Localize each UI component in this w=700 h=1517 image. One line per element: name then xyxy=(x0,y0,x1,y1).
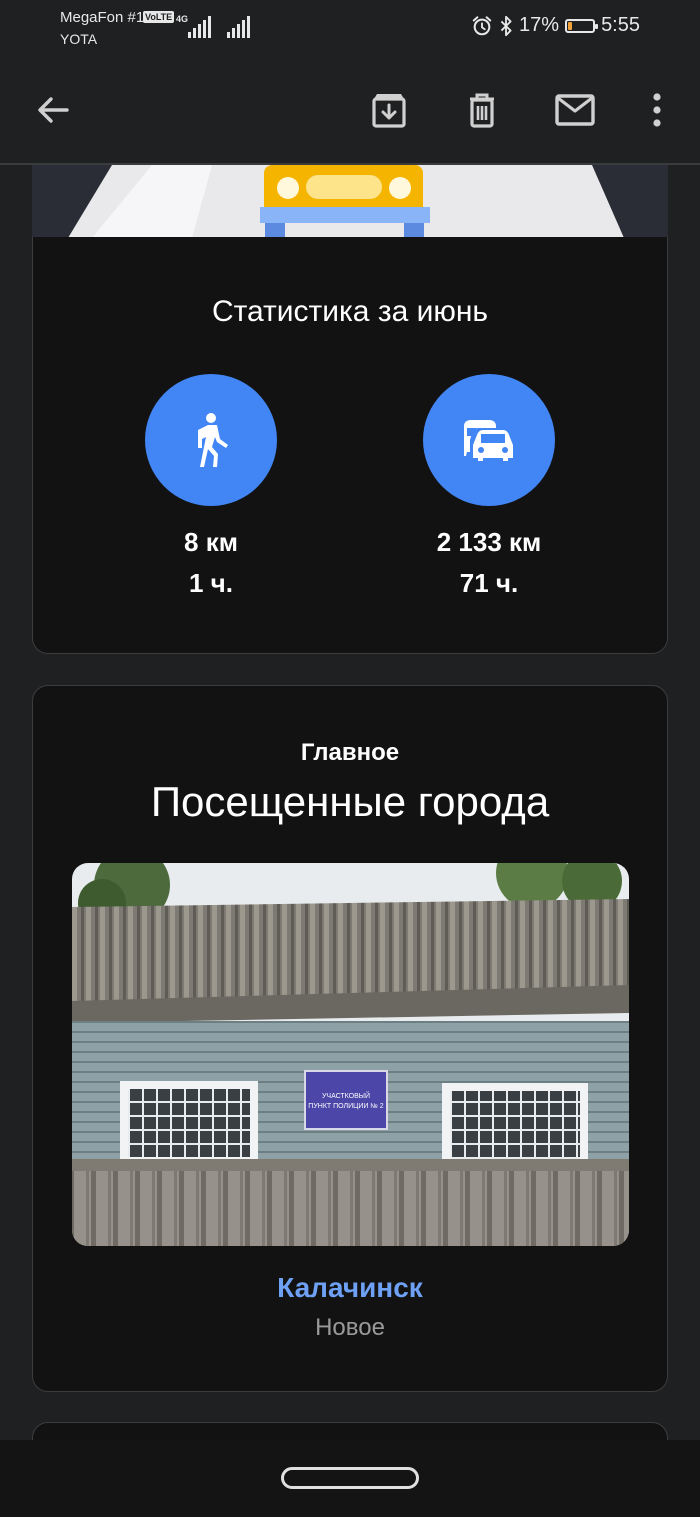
car-road-illustration xyxy=(32,165,668,238)
volte-badge: VoLTE xyxy=(143,11,175,23)
driving-stat: 2 133 км 71 ч. xyxy=(389,374,589,599)
hero-illustration xyxy=(32,165,668,238)
driving-time: 71 ч. xyxy=(459,568,519,598)
city-photo[interactable]: УЧАСТКОВЫЙ ПУНКТ ПОЛИЦИИ № 2 xyxy=(72,863,629,1246)
walking-stat: 8 км 1 ч. xyxy=(111,374,311,599)
transit-car-icon xyxy=(464,420,513,461)
status-right: 17% 5:55 xyxy=(471,14,640,37)
system-nav-bar xyxy=(0,1440,700,1517)
highlight-title: Посещенные города xyxy=(150,778,550,825)
home-gesture-handle[interactable] xyxy=(281,1467,419,1489)
bluetooth-icon xyxy=(500,15,512,36)
monthly-stats-card: Статистика за июнь 8 км 1 ч. 2 133 км 71… xyxy=(32,237,668,654)
walking-icon xyxy=(198,413,228,467)
delete-icon[interactable] xyxy=(462,90,502,130)
carrier-primary: MegaFon #1 xyxy=(60,9,145,26)
city-name-link[interactable]: Калачинск xyxy=(33,1272,667,1304)
alarm-icon xyxy=(472,15,492,35)
walking-distance: 8 км xyxy=(184,527,238,557)
battery-icon xyxy=(565,18,599,33)
next-card xyxy=(32,1422,668,1440)
archive-icon[interactable] xyxy=(369,90,409,130)
walking-time: 1 ч. xyxy=(188,568,233,598)
mark-unread-icon[interactable] xyxy=(555,90,595,130)
visited-cities-card: Главное Посещенные города УЧАСТКОВЫЙ ПУН… xyxy=(32,685,668,1392)
driving-circle xyxy=(423,374,555,506)
battery-percent: 17% xyxy=(519,14,560,36)
signal-icon xyxy=(188,16,211,38)
city-photo-image: УЧАСТКОВЫЙ ПУНКТ ПОЛИЦИИ № 2 xyxy=(72,863,629,1246)
app-bar xyxy=(0,60,700,165)
clock: 5:55 xyxy=(601,14,640,36)
driving-distance: 2 133 км xyxy=(436,527,542,557)
back-arrow-icon[interactable] xyxy=(33,90,73,130)
carrier-secondary: YOTA xyxy=(60,31,98,47)
sign-line2: ПУНКТ ПОЛИЦИИ № 2 xyxy=(308,1103,383,1110)
email-content: Статистика за июнь 8 км 1 ч. 2 133 км 71… xyxy=(0,165,700,1440)
stats-title: Статистика за июнь xyxy=(211,295,489,328)
city-status: Новое xyxy=(315,1314,385,1341)
battery-level xyxy=(568,21,573,30)
walking-circle xyxy=(145,374,277,506)
sign-line1: УЧАСТКОВЫЙ xyxy=(322,1091,370,1100)
more-vert-icon[interactable] xyxy=(637,90,677,130)
screen: MegaFon #1 YOTA VoLTE 4G 17% 5:55 Статис… xyxy=(0,0,700,1517)
signal-icon xyxy=(227,16,250,38)
status-bar: MegaFon #1 YOTA VoLTE 4G 17% 5:55 xyxy=(0,0,700,60)
highlight-label: Главное xyxy=(300,739,400,766)
